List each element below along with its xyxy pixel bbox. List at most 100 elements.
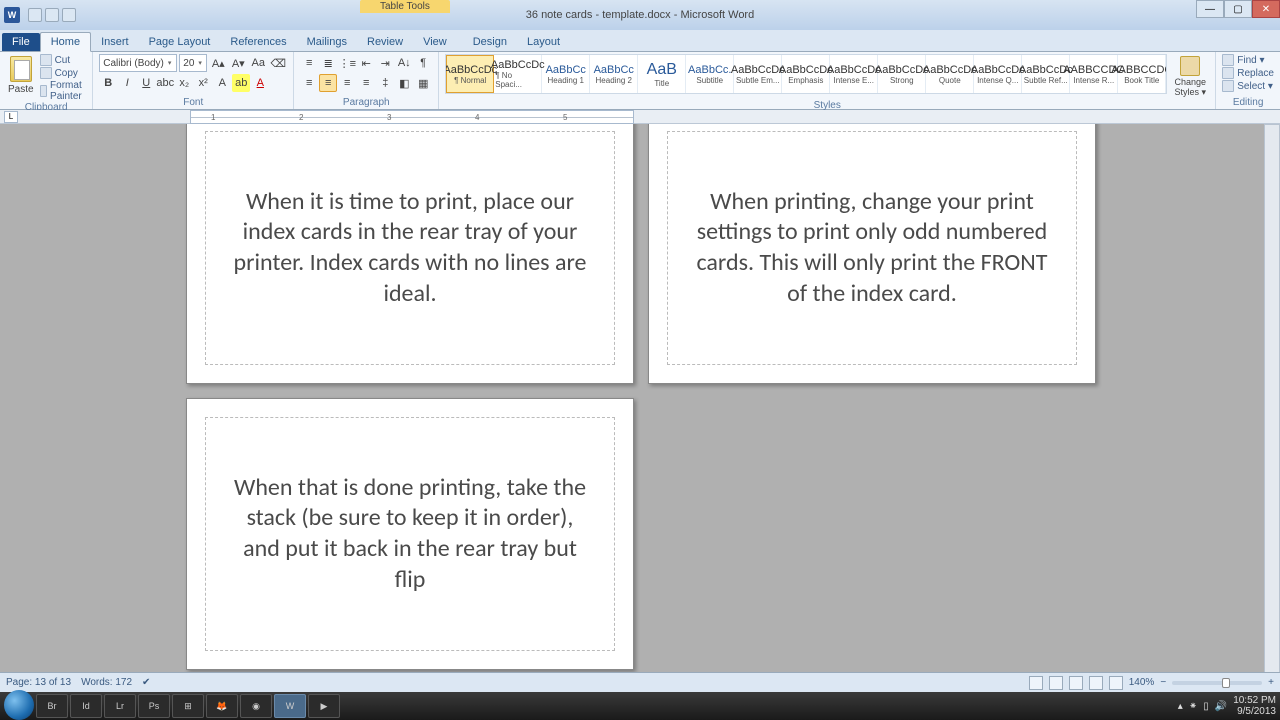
- decrease-indent-button[interactable]: ⇤: [357, 54, 375, 72]
- cut-button[interactable]: Cut: [40, 54, 87, 66]
- card-text[interactable]: When that is done printing, take the sta…: [226, 473, 594, 596]
- tab-references[interactable]: References: [220, 33, 296, 51]
- style-item[interactable]: AaBbCcHeading 2: [590, 55, 638, 93]
- taskbar-item[interactable]: ⊞: [172, 694, 204, 718]
- view-draft[interactable]: [1109, 676, 1123, 690]
- style-item[interactable]: AaBbCcHeading 1: [542, 55, 590, 93]
- card-text[interactable]: When it is time to print, place our inde…: [226, 187, 594, 310]
- change-styles-button[interactable]: Change Styles ▾: [1171, 54, 1209, 100]
- shrink-font-button[interactable]: A▾: [229, 54, 247, 72]
- taskbar-item[interactable]: ▶: [308, 694, 340, 718]
- bold-button[interactable]: B: [99, 74, 117, 92]
- zoom-slider[interactable]: [1172, 681, 1262, 685]
- increase-indent-button[interactable]: ⇥: [376, 54, 394, 72]
- vertical-scrollbar[interactable]: [1264, 124, 1280, 692]
- align-right-button[interactable]: ≡: [338, 74, 356, 92]
- view-web-layout[interactable]: [1069, 676, 1083, 690]
- style-item[interactable]: AaBbCc.Subtitle: [686, 55, 734, 93]
- select-button[interactable]: Select ▾: [1222, 80, 1274, 92]
- tab-view[interactable]: View: [413, 33, 457, 51]
- style-item[interactable]: AaBbCcDcSubtle Em...: [734, 55, 782, 93]
- copy-button[interactable]: Copy: [40, 67, 87, 79]
- align-left-button[interactable]: ≡: [300, 74, 318, 92]
- highlight-button[interactable]: ab: [232, 74, 250, 92]
- tab-page-layout[interactable]: Page Layout: [139, 33, 221, 51]
- superscript-button[interactable]: x²: [194, 74, 212, 92]
- system-tray[interactable]: ▴ ⁕ ▯ 🔊 10:52 PM 9/5/2013: [1178, 695, 1276, 717]
- card-text[interactable]: When printing, change your print setting…: [688, 187, 1056, 310]
- font-name-combo[interactable]: Calibri (Body)▾: [99, 54, 177, 72]
- paste-button[interactable]: Paste: [6, 54, 36, 97]
- italic-button[interactable]: I: [118, 74, 136, 92]
- line-spacing-button[interactable]: ‡: [376, 74, 394, 92]
- tray-bluetooth-icon[interactable]: ⁕: [1189, 701, 1197, 712]
- view-full-reading[interactable]: [1049, 676, 1063, 690]
- replace-button[interactable]: Replace: [1222, 67, 1274, 79]
- bullets-button[interactable]: ≡: [300, 54, 318, 72]
- style-item[interactable]: AaBbCcDcIntense E...: [830, 55, 878, 93]
- zoom-out-button[interactable]: −: [1160, 677, 1166, 688]
- sort-button[interactable]: A↓: [395, 54, 413, 72]
- align-center-button[interactable]: ≡: [319, 74, 337, 92]
- zoom-level[interactable]: 140%: [1129, 677, 1155, 688]
- tray-volume-icon[interactable]: 🔊: [1215, 701, 1227, 712]
- minimize-button[interactable]: —: [1196, 0, 1224, 18]
- styles-gallery[interactable]: AaBbCcDc¶ NormalAaBbCcDc¶ No Spaci...AaB…: [445, 54, 1167, 94]
- tray-network-icon[interactable]: ▯: [1203, 701, 1209, 712]
- close-button[interactable]: ✕: [1252, 0, 1280, 18]
- format-painter-button[interactable]: Format Painter: [40, 80, 87, 102]
- note-card[interactable]: When that is done printing, take the sta…: [186, 398, 634, 670]
- maximize-button[interactable]: ▢: [1224, 0, 1252, 18]
- borders-button[interactable]: ▦: [414, 74, 432, 92]
- shading-button[interactable]: ◧: [395, 74, 413, 92]
- tab-selector[interactable]: L: [4, 111, 18, 123]
- taskbar-item[interactable]: ◉: [240, 694, 272, 718]
- tab-file[interactable]: File: [2, 33, 40, 51]
- style-item[interactable]: AaBTitle: [638, 55, 686, 93]
- status-proof-icon[interactable]: ✔: [142, 677, 150, 688]
- style-item[interactable]: AaBbCcDcIntense Q...: [974, 55, 1022, 93]
- tray-up-icon[interactable]: ▴: [1178, 701, 1183, 712]
- taskbar-item[interactable]: Br: [36, 694, 68, 718]
- quick-access-toolbar[interactable]: [28, 8, 76, 22]
- clear-formatting-button[interactable]: ⌫: [269, 54, 287, 72]
- zoom-thumb[interactable]: [1222, 678, 1230, 688]
- justify-button[interactable]: ≡: [357, 74, 375, 92]
- tab-mailings[interactable]: Mailings: [297, 33, 357, 51]
- multilevel-button[interactable]: ⋮≡: [338, 54, 356, 72]
- style-item[interactable]: AaBbCcDcQuote: [926, 55, 974, 93]
- tab-insert[interactable]: Insert: [91, 33, 139, 51]
- style-item[interactable]: AaBbCcDc¶ Normal: [446, 55, 494, 93]
- grow-font-button[interactable]: A▴: [209, 54, 227, 72]
- status-page[interactable]: Page: 13 of 13: [6, 677, 71, 688]
- tab-layout[interactable]: Layout: [517, 33, 570, 51]
- note-card[interactable]: When printing, change your print setting…: [648, 124, 1096, 384]
- numbering-button[interactable]: ≣: [319, 54, 337, 72]
- qat-undo-icon[interactable]: [45, 8, 59, 22]
- view-print-layout[interactable]: [1029, 676, 1043, 690]
- taskbar-item[interactable]: 🦊: [206, 694, 238, 718]
- taskbar-item[interactable]: Id: [70, 694, 102, 718]
- style-item[interactable]: AaBbCcDcEmphasis: [782, 55, 830, 93]
- horizontal-ruler[interactable]: 12345: [190, 110, 634, 124]
- text-effects-button[interactable]: A: [213, 74, 231, 92]
- taskbar-item[interactable]: Ps: [138, 694, 170, 718]
- font-color-button[interactable]: A: [251, 74, 269, 92]
- style-item[interactable]: AaBbCcDcStrong: [878, 55, 926, 93]
- style-item[interactable]: AaBbCcDc¶ No Spaci...: [494, 55, 542, 93]
- tray-clock[interactable]: 10:52 PM 9/5/2013: [1233, 695, 1276, 717]
- taskbar-item[interactable]: Lr: [104, 694, 136, 718]
- qat-redo-icon[interactable]: [62, 8, 76, 22]
- tab-review[interactable]: Review: [357, 33, 413, 51]
- show-marks-button[interactable]: ¶: [414, 54, 432, 72]
- taskbar-item[interactable]: W: [274, 694, 306, 718]
- tab-design[interactable]: Design: [463, 33, 517, 51]
- start-button[interactable]: [4, 690, 34, 720]
- change-case-button[interactable]: Aa: [249, 54, 267, 72]
- font-size-combo[interactable]: 20▾: [179, 54, 207, 72]
- note-card[interactable]: When it is time to print, place our inde…: [186, 124, 634, 384]
- tab-home[interactable]: Home: [40, 32, 91, 52]
- status-words[interactable]: Words: 172: [81, 677, 132, 688]
- qat-save-icon[interactable]: [28, 8, 42, 22]
- view-outline[interactable]: [1089, 676, 1103, 690]
